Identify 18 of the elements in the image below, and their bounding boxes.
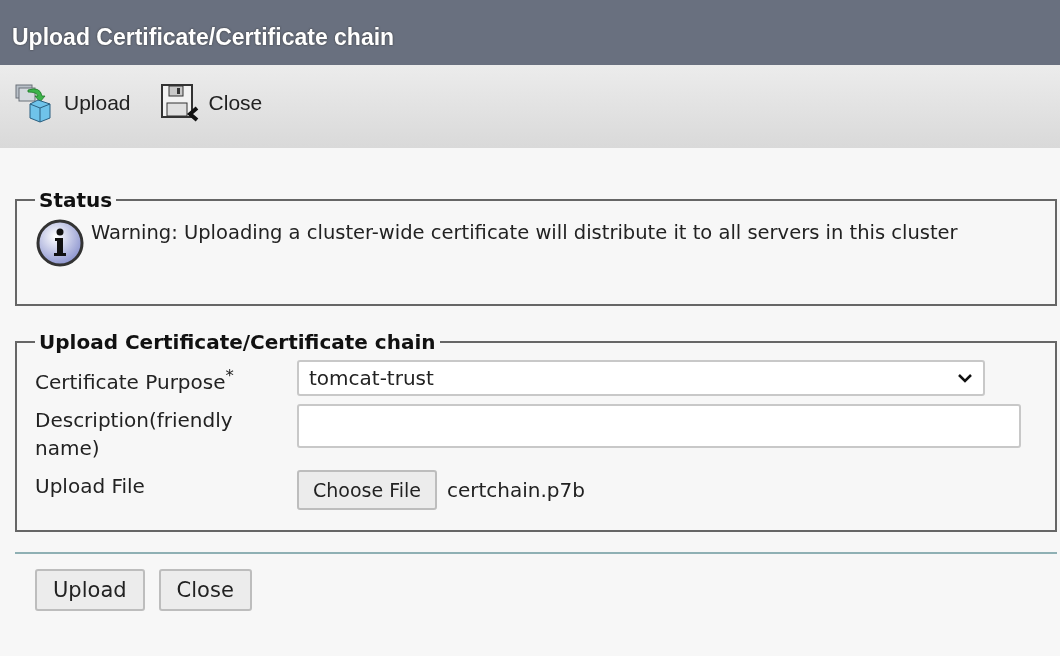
upload-button[interactable]: Upload	[35, 569, 145, 611]
info-icon	[35, 218, 85, 268]
description-field[interactable]	[297, 404, 1021, 448]
upload-legend: Upload Certificate/Certificate chain	[35, 330, 440, 354]
field-label: Description(friendly name)	[35, 407, 234, 462]
field-label: Upload File	[35, 473, 146, 500]
window-title: Upload Certificate/Certificate chain	[12, 24, 395, 51]
choose-file-button[interactable]: Choose File	[297, 470, 437, 510]
close-button[interactable]: Close	[158, 569, 252, 611]
purpose-dropdown[interactable]: tomcat-trust	[297, 360, 985, 396]
upload-toolbar-button[interactable]: Upload	[14, 81, 131, 124]
chevron-down-icon	[957, 373, 973, 383]
status-legend: Status	[35, 188, 117, 212]
file-name: certchain.p7b	[447, 478, 585, 502]
warning-message: Warning: Uploading a cluster-wide certificate will distribute it to all servers in this cluster	[91, 220, 958, 246]
close-toolbar-button[interactable]: Close	[158, 81, 263, 124]
field-label: Certificate Purpose$^{*}$	[35, 365, 235, 396]
floppy-disk-icon	[158, 81, 201, 124]
